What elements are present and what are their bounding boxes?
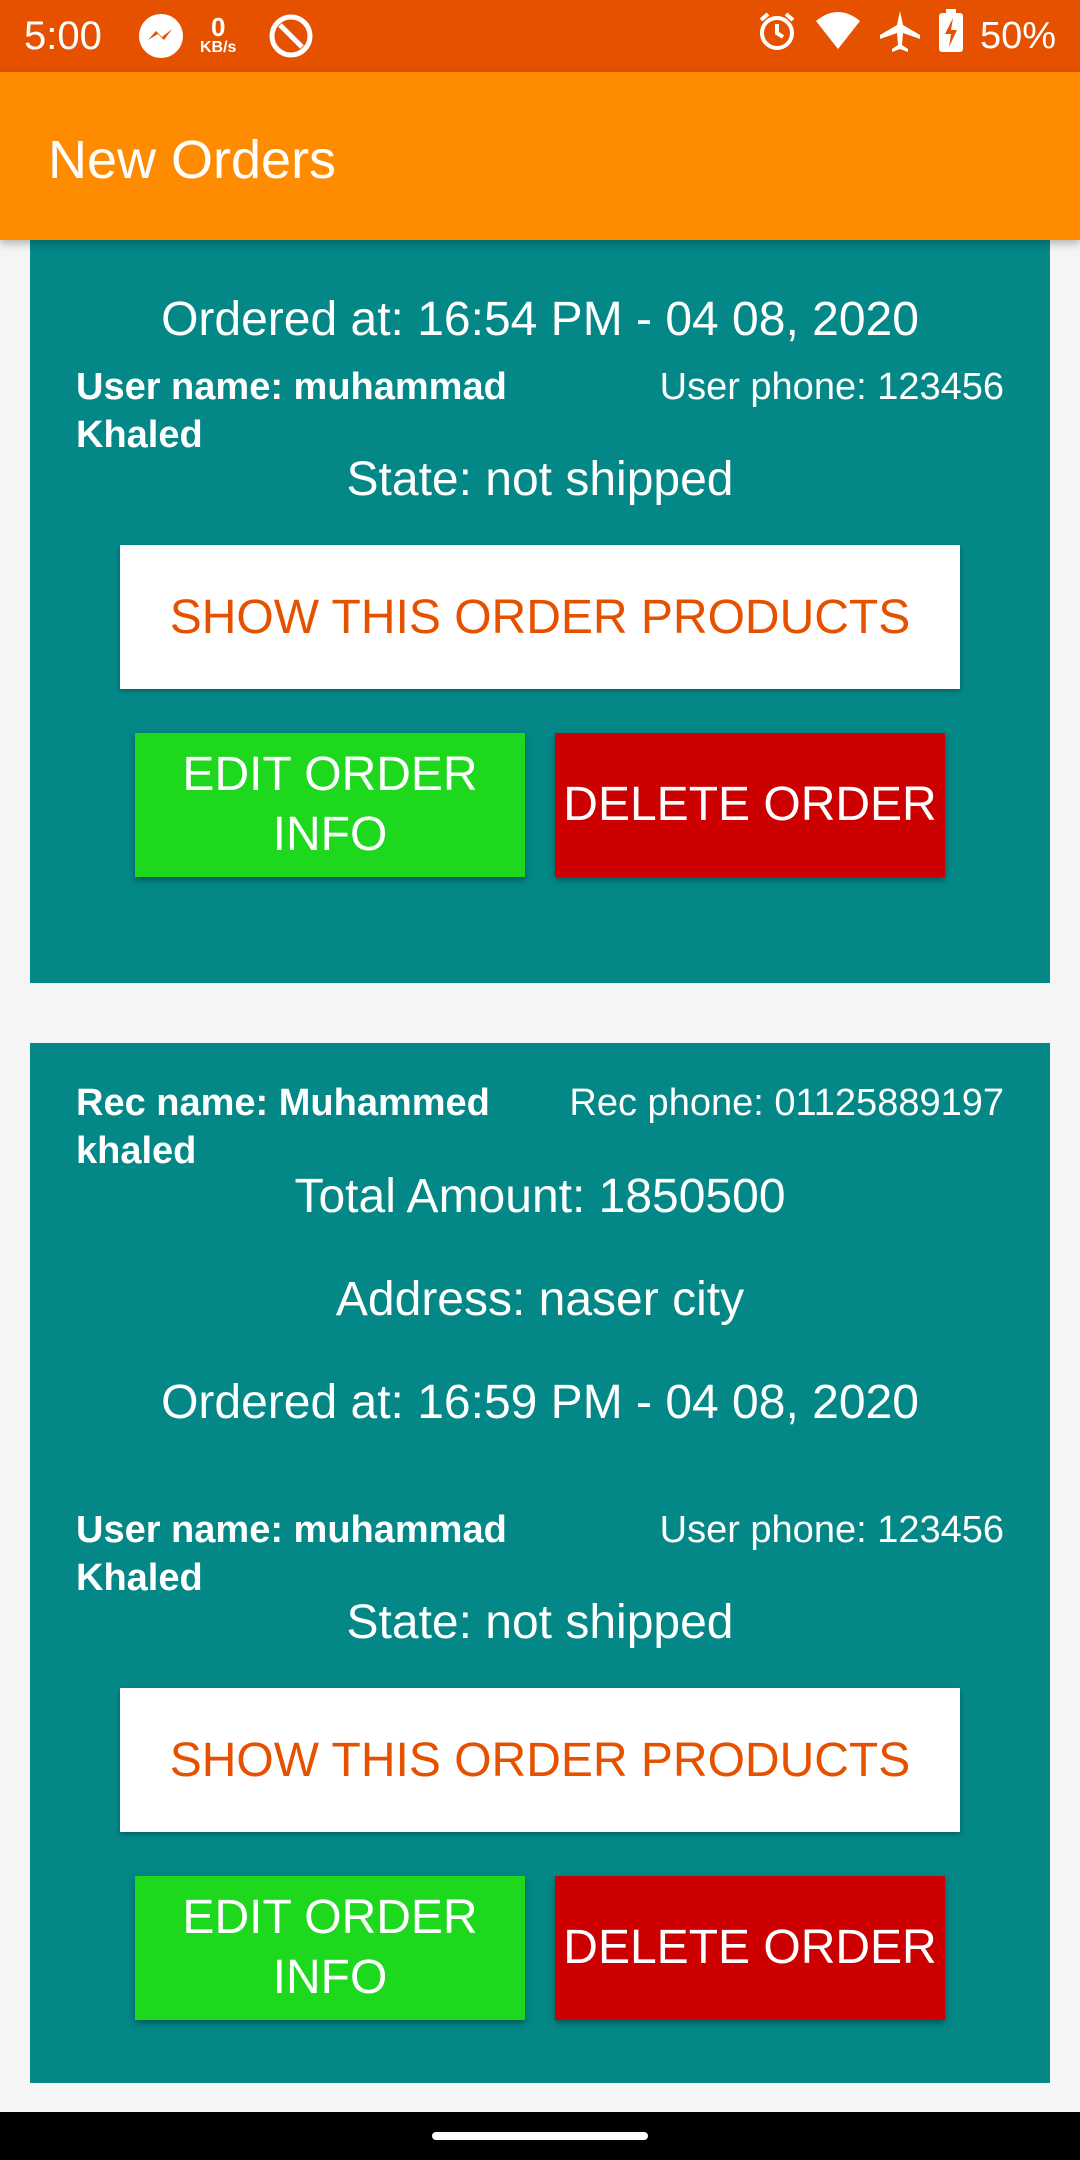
user-phone: User phone: 123456 [659, 1509, 1004, 1551]
airplane-icon [878, 9, 922, 63]
rec-phone: Rec phone: 01125889197 [569, 1082, 1004, 1124]
ordered-at: Ordered at: 16:54 PM - 04 08, 2020 [161, 293, 919, 346]
edit-order-button[interactable]: EDIT ORDER INFO [135, 733, 525, 877]
netspeed-icon: 0 KB/s [200, 10, 236, 62]
order-card: Ordered at: 16:54 PM - 04 08, 2020 User … [30, 240, 1050, 983]
show-order-products-button[interactable]: SHOW THIS ORDER PRODUCTS [120, 1688, 960, 1832]
alarm-icon [756, 10, 798, 62]
battery-charging-icon [938, 9, 964, 63]
delete-order-button[interactable]: DELETE ORDER [555, 1876, 945, 2020]
order-address: Address: naser city [335, 1273, 745, 1326]
user-name: User name: muhammad Khaled [76, 1509, 507, 1599]
wifi-icon [814, 11, 862, 61]
messenger-icon [138, 10, 184, 62]
home-gesture-handle[interactable] [432, 2132, 648, 2140]
status-bar: 5:00 0 KB/s 50% [0, 0, 1080, 72]
show-order-products-button[interactable]: SHOW THIS ORDER PRODUCTS [120, 545, 960, 689]
user-name: User name: muhammad Khaled [76, 366, 507, 456]
hotspot-icon [268, 10, 314, 62]
net-speed-value: 0 [210, 12, 226, 42]
battery-percent: 50% [979, 14, 1056, 57]
net-speed-unit: KB/s [200, 39, 237, 56]
delete-order-button[interactable]: DELETE ORDER [555, 733, 945, 877]
orders-list[interactable]: Ordered at: 16:54 PM - 04 08, 2020 User … [0, 240, 1080, 2112]
order-state: State: not shipped [346, 1596, 734, 1649]
ordered-at: Ordered at: 16:59 PM - 04 08, 2020 [161, 1376, 919, 1429]
edit-order-button[interactable]: EDIT ORDER INFO [135, 1876, 525, 2020]
rec-name: Rec name: Muhammed khaled [76, 1082, 490, 1172]
order-card: Rec name: Muhammed khaled Rec phone: 011… [30, 1043, 1050, 2083]
status-time: 5:00 [24, 14, 102, 58]
navigation-bar [0, 2112, 1080, 2160]
total-amount: Total Amount: 1850500 [294, 1170, 786, 1223]
page-title: New Orders [48, 130, 337, 190]
order-state: State: not shipped [346, 453, 734, 506]
user-phone: User phone: 123456 [659, 366, 1004, 408]
app-bar: New Orders [0, 72, 1080, 240]
